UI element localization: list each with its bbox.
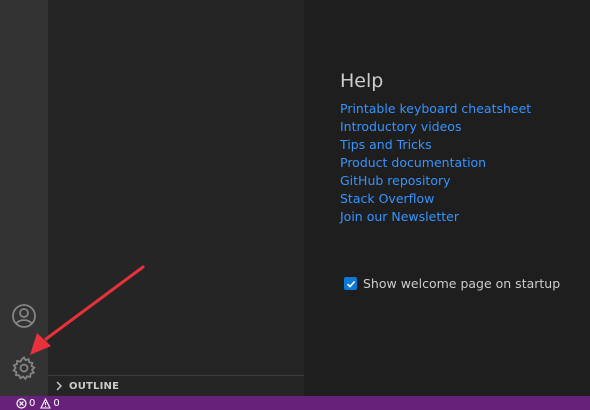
link-product-documentation[interactable]: Product documentation [340,155,486,170]
activity-bar [0,0,48,396]
show-welcome-checkbox[interactable] [344,277,357,290]
error-icon [16,397,27,409]
list-item: Stack Overflow [340,189,531,207]
status-bar: 0 0 [0,396,590,410]
warning-icon [40,397,52,409]
link-tips-and-tricks[interactable]: Tips and Tricks [340,137,432,152]
problems-errors[interactable]: 0 [16,398,35,409]
problems-warnings[interactable]: 0 [40,397,60,409]
link-github-repository[interactable]: GitHub repository [340,173,451,188]
list-item: Join our Newsletter [340,207,531,225]
chevron-right-icon [54,381,64,391]
error-count: 0 [29,397,36,409]
account-icon[interactable] [9,301,39,331]
link-stack-overflow[interactable]: Stack Overflow [340,191,434,206]
list-item: Printable keyboard cheatsheet [340,99,531,117]
checkmark-icon [346,280,355,288]
link-introductory-videos[interactable]: Introductory videos [340,119,461,134]
show-welcome-option: Show welcome page on startup [344,276,560,291]
welcome-editor: Help Printable keyboard cheatsheet Intro… [304,0,590,396]
warning-count: 0 [53,397,60,409]
sidebar: OUTLINE [48,0,304,396]
outline-label: OUTLINE [69,380,120,392]
link-newsletter[interactable]: Join our Newsletter [340,209,459,224]
list-item: Tips and Tricks [340,135,531,153]
outline-section-header[interactable]: OUTLINE [48,375,304,396]
help-heading: Help [340,70,384,92]
show-welcome-label[interactable]: Show welcome page on startup [363,276,560,291]
help-links-list: Printable keyboard cheatsheet Introducto… [340,99,531,225]
gear-icon[interactable] [9,353,39,383]
list-item: GitHub repository [340,171,531,189]
list-item: Introductory videos [340,117,531,135]
list-item: Product documentation [340,153,531,171]
link-keyboard-cheatsheet[interactable]: Printable keyboard cheatsheet [340,101,531,116]
